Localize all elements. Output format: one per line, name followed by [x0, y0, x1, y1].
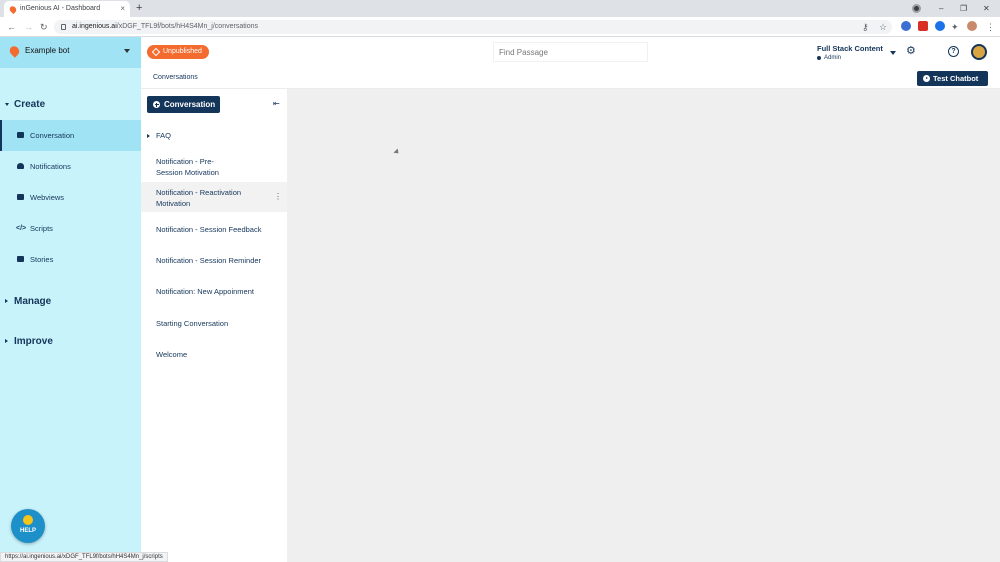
faq-label: FAQ	[156, 131, 172, 140]
section-label: Create	[14, 99, 46, 110]
chat-icon	[17, 132, 24, 138]
conversation-item[interactable]: Notification: New Appoinment	[141, 286, 287, 297]
sidebar-section-improve[interactable]: Improve	[5, 336, 53, 347]
conversation-title: Notification - Session Reminder	[156, 256, 262, 265]
conversation-title: Notification - Pre-Session Motivation	[156, 157, 219, 177]
conversation-canvas[interactable]	[287, 89, 1000, 562]
account-menu[interactable]: Full Stack Content Admin	[817, 44, 883, 61]
bot-selector[interactable]: Example bot	[0, 37, 141, 68]
faq-folder[interactable]: FAQ	[147, 131, 171, 140]
test-chatbot-button[interactable]: Test Chatbot	[917, 71, 988, 86]
help-label: HELP	[19, 528, 36, 534]
conversation-item[interactable]: Welcome	[141, 349, 287, 360]
conversation-title: Notification: New Appoinment	[156, 287, 254, 296]
caret-right-icon	[147, 134, 150, 139]
reload-icon[interactable]: ↻	[40, 20, 48, 34]
tab-strip: inGenious AI - Dashboard × + – ❐ ✕	[0, 0, 1000, 17]
layers-icon	[151, 47, 161, 57]
new-tab-button[interactable]: +	[136, 1, 142, 15]
sidebar-section-manage[interactable]: Manage	[5, 296, 51, 307]
sidebar-item-scripts[interactable]: </> Scripts	[0, 213, 141, 244]
sidebar-item-label: Stories	[30, 255, 54, 264]
conversation-item[interactable]: Notification - Reactivation Motivation ⋮	[141, 182, 287, 212]
help-icon[interactable]: ?	[948, 46, 959, 57]
sidebar-item-conversation[interactable]: Conversation	[0, 120, 141, 151]
add-conversation-button[interactable]: Conversation	[147, 96, 220, 113]
sidebar-item-webviews[interactable]: Webviews	[0, 182, 141, 213]
publish-status-badge[interactable]: Unpublished	[147, 45, 209, 59]
chevron-down-icon	[124, 49, 130, 53]
sidebar-item-stories[interactable]: Stories	[0, 244, 141, 275]
account-role: Admin	[817, 55, 883, 61]
sidebar-item-label: Notifications	[30, 162, 71, 171]
section-label: Improve	[14, 336, 53, 347]
help-mascot-icon	[23, 515, 33, 525]
sidebar-section-create[interactable]: Create	[5, 99, 45, 110]
play-icon	[923, 75, 930, 82]
breadcrumb: Conversations	[153, 74, 198, 81]
gear-icon[interactable]: ⚙	[906, 46, 916, 57]
back-icon[interactable]: ←	[7, 20, 16, 34]
bookmark-star-icon[interactable]: ☆	[879, 20, 887, 34]
url-bar[interactable]: ai.ingenious.ai/xDGF_TFL9f/bots/hH4S4Mn_…	[54, 20, 892, 34]
section-label: Manage	[14, 296, 52, 307]
test-chatbot-label: Test Chatbot	[933, 74, 979, 83]
conversation-title: Notification - Reactivation Motivation	[156, 188, 242, 208]
sidebar-item-label: Scripts	[30, 224, 53, 233]
webview-icon	[17, 194, 24, 200]
sidebar-item-label: Webviews	[30, 193, 65, 202]
plus-icon	[153, 101, 160, 108]
lock-icon	[61, 24, 66, 30]
sidebar-item-label: Conversation	[30, 131, 75, 140]
browser-avatar-icon[interactable]	[967, 21, 977, 31]
caret-right-icon	[5, 339, 8, 344]
shield-extension-icon[interactable]	[918, 21, 928, 31]
publish-status-label: Unpublished	[163, 48, 202, 55]
restore-button[interactable]: ❐	[960, 0, 967, 17]
bot-pin-icon	[7, 44, 22, 58]
favicon-icon	[8, 4, 18, 15]
conversation-item[interactable]: Starting Conversation	[141, 318, 287, 329]
forward-icon[interactable]: →	[24, 20, 33, 34]
puzzle-icon[interactable]: ✦	[951, 20, 959, 34]
conversation-title: Starting Conversation	[156, 319, 229, 328]
avatar[interactable]	[971, 44, 987, 60]
close-window-button[interactable]: ✕	[983, 0, 990, 17]
browser-menu-icon[interactable]: ⋮	[986, 20, 995, 34]
browser-tab[interactable]: inGenious AI - Dashboard ×	[4, 1, 130, 17]
tab-title: inGenious AI - Dashboard	[20, 5, 101, 12]
link-status-bar: https://ai.ingenious.ai/xDGF_TFL9f/bots/…	[0, 552, 168, 562]
account-name: Full Stack Content	[817, 44, 883, 53]
browser-profile-icon[interactable]	[912, 4, 921, 13]
find-passage-input[interactable]	[494, 43, 647, 61]
help-button[interactable]: HELP	[11, 509, 45, 543]
more-options-icon[interactable]: ⋮	[274, 193, 282, 201]
conversation-item[interactable]: Notification - Session Reminder	[141, 255, 287, 266]
bot-name: Example bot	[25, 46, 70, 55]
extension-icon[interactable]	[901, 21, 911, 31]
collapse-panel-icon[interactable]: ⇤	[273, 100, 280, 108]
caret-down-icon	[5, 102, 9, 106]
conversation-item[interactable]: Notification - Session Feedback	[141, 224, 287, 235]
browser-window: inGenious AI - Dashboard × + – ❐ ✕ ← → ↻…	[0, 0, 1000, 562]
conversation-title: Notification - Session Feedback	[156, 225, 262, 234]
url-path: /xDGF_TFL9f/bots/hH4S4Mn_j/conversations	[116, 23, 258, 30]
code-icon: </>	[16, 225, 27, 232]
sidebar: Create Conversation Notifications Webvie…	[0, 68, 141, 552]
stories-icon	[17, 256, 24, 262]
caret-right-icon	[5, 299, 8, 304]
conversation-title: Welcome	[156, 350, 188, 359]
key-icon[interactable]: ⚷	[862, 20, 869, 34]
tab-close-icon[interactable]: ×	[120, 1, 125, 17]
bell-icon	[17, 163, 24, 169]
add-conversation-label: Conversation	[164, 100, 216, 109]
sidebar-item-notifications[interactable]: Notifications	[0, 151, 141, 182]
url-host: ai.ingenious.ai	[72, 23, 117, 30]
conversation-item[interactable]: Notification - Pre-Session Motivation	[141, 151, 287, 182]
subheader: Conversations	[141, 68, 1000, 89]
account-chevron-down-icon[interactable]	[890, 51, 896, 55]
address-bar-row: ← → ↻ ai.ingenious.ai/xDGF_TFL9f/bots/hH…	[0, 17, 1000, 37]
globe-extension-icon[interactable]	[935, 21, 945, 31]
minimize-button[interactable]: –	[939, 0, 943, 17]
